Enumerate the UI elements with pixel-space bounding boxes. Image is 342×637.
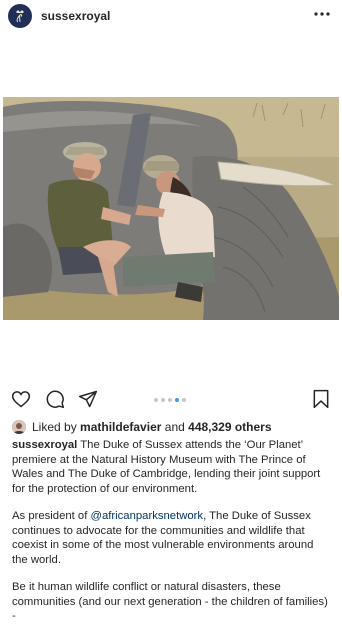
bookmark-icon [313,389,329,409]
more-horizontal-icon [314,12,330,16]
carousel-dot [161,398,165,402]
post-photo[interactable] [3,97,339,320]
likes-summary: Liked by mathildefavier and 448,329 othe… [12,419,272,435]
comment-icon [46,390,65,409]
likes-middle: and [164,420,185,434]
post-username[interactable]: sussexroyal [41,9,110,23]
profile-avatar[interactable] [8,4,32,28]
caption-paragraph-3: Be it human wildlife conflict or natural… [12,580,330,624]
likes-prefix: Liked by [32,420,77,434]
like-button[interactable] [11,389,31,409]
save-button[interactable] [311,389,331,409]
post-header: sussexroyal [0,0,342,32]
caption-text-3: Be it human wildlife conflict or natural… [12,581,328,622]
elephant-collar-photo [3,97,339,320]
likes-count[interactable]: 448,329 others [188,420,271,434]
carousel-dot-active [175,398,179,402]
carousel-dot [182,398,186,402]
comment-button[interactable] [45,389,65,409]
carousel-dot [154,398,158,402]
liker-avatar-image [12,420,26,434]
share-button[interactable] [78,389,98,409]
share-icon [78,390,98,408]
royal-monogram-icon [9,5,31,27]
post-caption: sussexroyal The Duke of Sussex attends t… [12,438,330,637]
mention-link[interactable]: @africanparksnetwork [91,510,204,522]
heart-icon [11,391,31,408]
liker-avatar[interactable] [12,420,26,434]
carousel-dot [168,398,172,402]
caption-text-2a: As president of [12,510,91,522]
more-options-button[interactable] [314,6,330,22]
carousel-indicator [154,398,186,402]
liker-username[interactable]: mathildefavier [80,420,161,434]
caption-paragraph-2: As president of @africanparksnetwork, Th… [12,509,330,567]
post-action-bar [0,382,342,414]
caption-username[interactable]: sussexroyal [12,439,77,451]
caption-paragraph-1: sussexroyal The Duke of Sussex attends t… [12,438,330,496]
